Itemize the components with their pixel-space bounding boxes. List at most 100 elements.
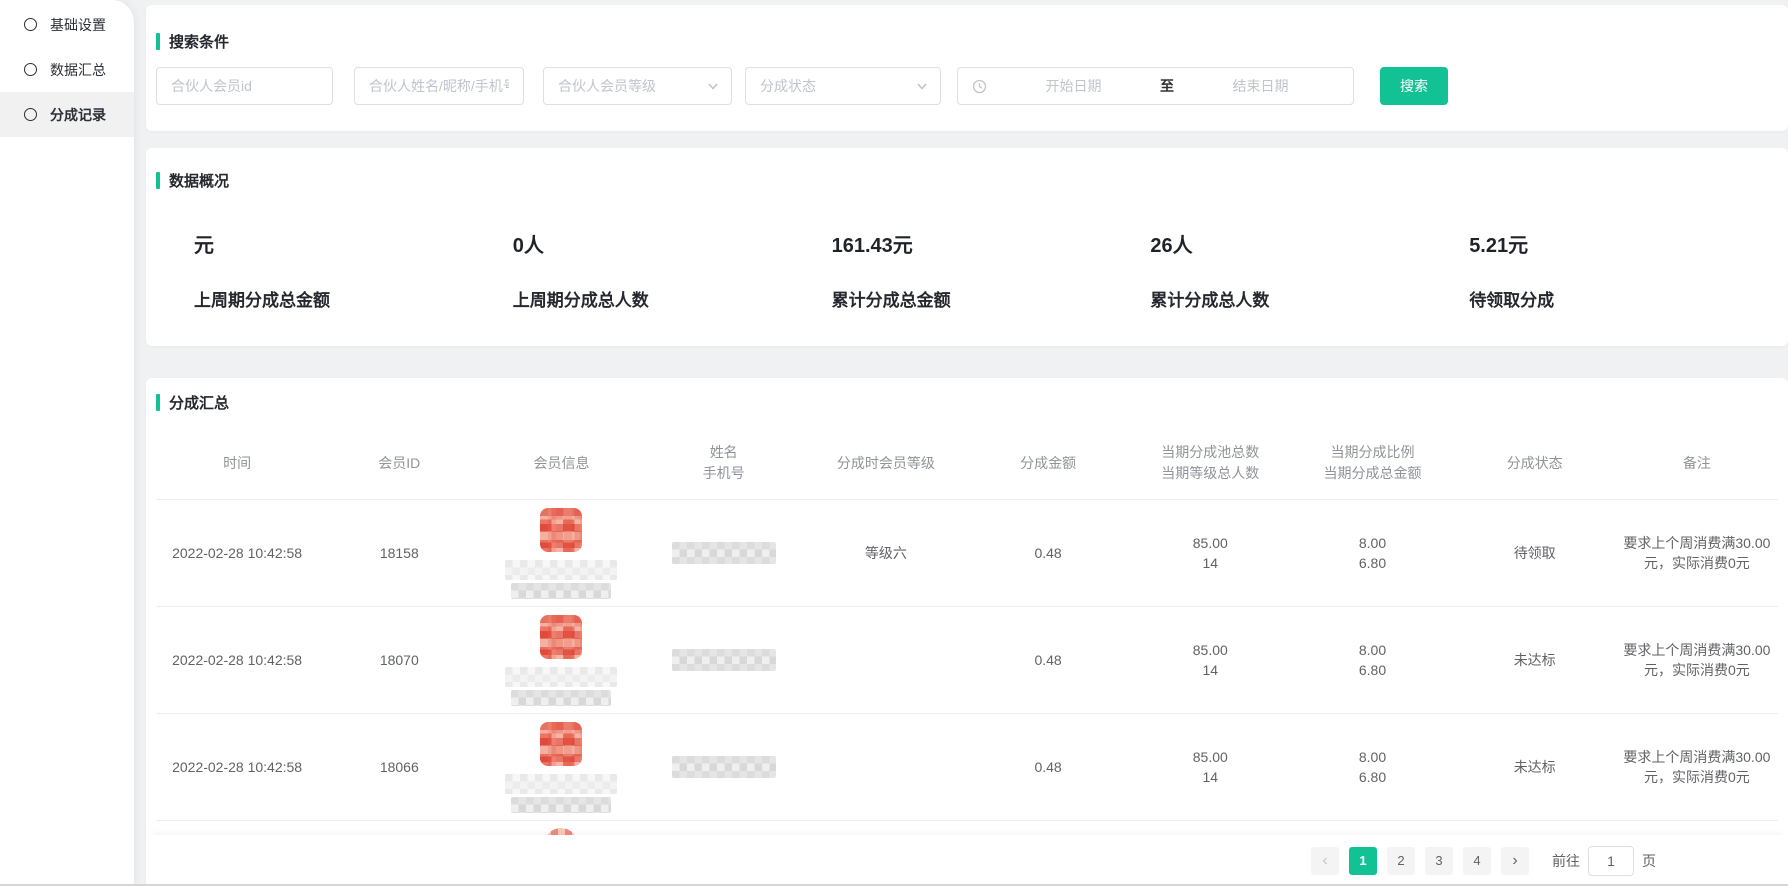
next-page-button[interactable]: › <box>1501 847 1529 875</box>
cell-member-info <box>480 615 642 706</box>
sidebar-item-data-summary[interactable]: 数据汇总 <box>0 47 134 92</box>
table-body: 2022-02-28 10:42:58 18158 等级六 0.48 85.00… <box>156 500 1788 841</box>
stat-value: 161.43元 <box>832 229 1151 258</box>
table-section-title: 分成汇总 <box>156 392 1788 413</box>
redacted-nickname-block <box>511 690 611 706</box>
search-section-title: 搜索条件 <box>156 31 1788 52</box>
col-remark: 备注 <box>1616 453 1778 474</box>
accent-bar <box>156 172 160 189</box>
cell-amount: 0.48 <box>967 650 1129 670</box>
pagination-bar: ‹ 1 2 3 4 › 前往 页 <box>146 835 1788 886</box>
cell-pool: 85.0014 <box>1129 747 1291 787</box>
sidebar-item-basic-settings[interactable]: 基础设置 <box>0 2 134 47</box>
col-member-id: 会员ID <box>318 453 480 474</box>
circle-icon <box>24 63 37 76</box>
section-title-text: 搜索条件 <box>169 31 229 52</box>
goto-page: 前往 页 <box>1552 846 1656 876</box>
select-placeholder: 合伙人会员等级 <box>558 76 656 96</box>
page-button-3[interactable]: 3 <box>1425 847 1453 875</box>
cell-name-phone <box>643 649 805 671</box>
sidebar: 基础设置 数据汇总 分成记录 <box>0 0 134 884</box>
select-placeholder: 分成状态 <box>760 76 816 96</box>
col-level: 分成时会员等级 <box>805 453 967 474</box>
stat-label: 上周期分成总人数 <box>513 286 832 311</box>
table-row: 2022-02-28 10:42:58 18158 等级六 0.48 85.00… <box>156 500 1778 607</box>
redacted-name-block <box>505 774 617 794</box>
section-title-text: 分成汇总 <box>169 392 229 413</box>
cell-member-info <box>480 722 642 813</box>
avatar <box>540 508 582 552</box>
stat-total-amount: 161.43元 累计分成总金额 <box>832 229 1151 311</box>
chevron-down-icon <box>707 80 719 92</box>
overview-section-title: 数据概况 <box>156 170 1788 191</box>
cell-status: 未达标 <box>1454 757 1616 777</box>
stat-value: 0人 <box>513 229 832 258</box>
date-range-separator: 至 <box>1160 76 1174 96</box>
search-card: 搜索条件 合伙人会员等级 分成状态 开始日期 至 结束日期 搜索 <box>146 5 1788 131</box>
page-button-2[interactable]: 2 <box>1387 847 1415 875</box>
stat-label: 待领取分成 <box>1469 286 1788 311</box>
goto-label: 前往 <box>1552 851 1580 871</box>
col-name-phone: 姓名手机号 <box>643 442 805 484</box>
stat-total-people: 26人 累计分成总人数 <box>1150 229 1469 311</box>
redacted-name-block <box>505 667 617 687</box>
cell-amount: 0.48 <box>967 543 1129 563</box>
goto-page-input[interactable] <box>1588 846 1634 876</box>
share-status-select[interactable]: 分成状态 <box>745 67 941 105</box>
partner-member-id-input[interactable] <box>156 67 333 105</box>
accent-bar <box>156 394 160 411</box>
cell-member-id: 18158 <box>318 543 480 563</box>
prev-page-button[interactable]: ‹ <box>1311 847 1339 875</box>
end-date-placeholder: 结束日期 <box>1182 76 1339 96</box>
page-button-1[interactable]: 1 <box>1349 847 1377 875</box>
partner-level-select[interactable]: 合伙人会员等级 <box>543 67 732 105</box>
accent-bar <box>156 33 160 50</box>
cell-status: 待领取 <box>1454 543 1616 563</box>
redacted-nickname-block <box>511 583 611 599</box>
col-pool: 当期分成池总数当期等级总人数 <box>1129 442 1291 484</box>
col-member-info: 会员信息 <box>480 453 642 474</box>
table-row: 2022-02-28 10:42:58 18070 0.48 85.0014 8… <box>156 607 1778 714</box>
stat-pending-amount: 5.21元 待领取分成 <box>1469 229 1788 311</box>
date-range-input[interactable]: 开始日期 至 结束日期 <box>957 67 1354 105</box>
col-ratio: 当期分成比例当期分成总金额 <box>1291 442 1453 484</box>
cell-remark: 要求上个周消费满30.00元，实际消费0元 <box>1616 640 1778 680</box>
stat-last-period-amount: 元 上周期分成总金额 <box>194 229 513 311</box>
cell-level: 等级六 <box>805 543 967 563</box>
col-status: 分成状态 <box>1454 453 1616 474</box>
table-header: 时间 会员ID 会员信息 姓名手机号 分成时会员等级 分成金额 当期分成池总数当… <box>156 427 1778 500</box>
cell-status: 未达标 <box>1454 650 1616 670</box>
stat-value: 5.21元 <box>1469 229 1788 258</box>
col-amount: 分成金额 <box>967 453 1129 474</box>
cell-remark: 要求上个周消费满30.00元，实际消费0元 <box>1616 747 1778 787</box>
search-button[interactable]: 搜索 <box>1380 67 1448 105</box>
sidebar-item-label: 分成记录 <box>50 105 106 125</box>
cell-member-info <box>480 508 642 599</box>
cell-amount: 0.48 <box>967 757 1129 777</box>
cell-pool: 85.0014 <box>1129 533 1291 573</box>
sidebar-item-label: 基础设置 <box>50 15 106 35</box>
sidebar-item-share-records[interactable]: 分成记录 <box>0 92 134 137</box>
cell-time: 2022-02-28 10:42:58 <box>156 650 318 670</box>
stat-last-period-people: 0人 上周期分成总人数 <box>513 229 832 311</box>
overview-card: 数据概况 元 上周期分成总金额 0人 上周期分成总人数 161.43元 累计分成… <box>146 148 1788 346</box>
avatar <box>540 722 582 766</box>
stat-label: 累计分成总人数 <box>1150 286 1469 311</box>
table-row: 2022-02-28 10:42:58 18066 0.48 85.0014 8… <box>156 714 1778 821</box>
partner-name-input[interactable] <box>354 67 524 105</box>
cell-time: 2022-02-28 10:42:58 <box>156 543 318 563</box>
cell-pool: 85.0014 <box>1129 640 1291 680</box>
cell-ratio: 8.006.80 <box>1291 640 1453 680</box>
section-title-text: 数据概况 <box>169 170 229 191</box>
overview-stats: 元 上周期分成总金额 0人 上周期分成总人数 161.43元 累计分成总金额 2… <box>156 229 1788 311</box>
page-button-4[interactable]: 4 <box>1463 847 1491 875</box>
stat-value: 元 <box>194 229 513 258</box>
avatar <box>540 615 582 659</box>
cell-member-id: 18070 <box>318 650 480 670</box>
cell-ratio: 8.006.80 <box>1291 533 1453 573</box>
cell-remark: 要求上个周消费满30.00元，实际消费0元 <box>1616 533 1778 573</box>
circle-icon <box>24 108 37 121</box>
page-unit-label: 页 <box>1642 851 1656 871</box>
sidebar-item-label: 数据汇总 <box>50 60 106 80</box>
cell-time: 2022-02-28 10:42:58 <box>156 757 318 777</box>
